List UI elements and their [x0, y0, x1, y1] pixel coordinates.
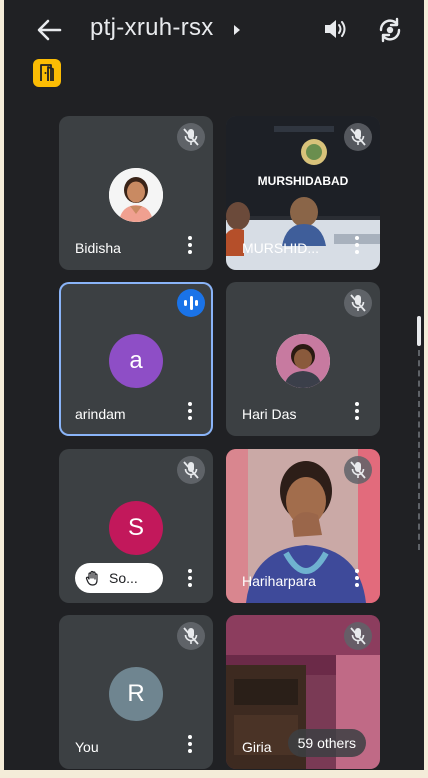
mic-muted-badge [344, 456, 372, 484]
camera-flip-icon[interactable] [376, 16, 404, 44]
meeting-code[interactable]: ptj-xruh-rsx [90, 14, 214, 42]
mic-muted-badge [177, 456, 205, 484]
mic-off-icon [350, 461, 366, 479]
arrow-left-icon[interactable] [34, 16, 64, 44]
participant-name: Bidisha [75, 240, 121, 256]
more-options-icon[interactable] [355, 569, 359, 587]
meet-screen: ptj-xruh-rsx Bidisha MURSHIDABAD MURSHID… [4, 0, 424, 770]
mic-off-icon [350, 294, 366, 312]
caret-right-icon[interactable] [232, 24, 242, 36]
mic-muted-badge [177, 622, 205, 650]
others-count-chip[interactable]: 59 others [287, 729, 366, 757]
scrollbar[interactable] [417, 316, 421, 552]
participant-name: Giria [242, 739, 272, 755]
participant-tile-s[interactable]: S So... [59, 449, 213, 603]
scroll-thumb[interactable] [417, 316, 421, 346]
participant-name: Hariharpara [242, 573, 316, 589]
participant-name: Hari Das [242, 406, 297, 422]
top-bar: ptj-xruh-rsx [4, 0, 424, 60]
mic-off-icon [183, 461, 199, 479]
avatar: S [109, 501, 163, 555]
mic-muted-badge [344, 123, 372, 151]
mic-off-icon [350, 627, 366, 645]
raised-hand-chip[interactable]: So... [75, 563, 163, 593]
mic-muted-badge [177, 123, 205, 151]
participant-tile-bidisha[interactable]: Bidisha [59, 116, 213, 270]
mic-off-icon [183, 128, 199, 146]
video-sign-text: MURSHIDABAD [257, 174, 349, 188]
more-options-icon[interactable] [188, 569, 192, 587]
avatar [276, 334, 330, 388]
participant-tile-hari-das[interactable]: Hari Das [226, 282, 380, 436]
more-options-icon[interactable] [188, 735, 192, 753]
raised-hand-icon [85, 570, 98, 586]
participant-name: arindam [75, 406, 126, 422]
participant-tile-giria[interactable]: Giria 59 others [226, 615, 380, 769]
participant-tile-murshidabad[interactable]: MURSHIDABAD MURSHID... [226, 116, 380, 270]
participant-name: So... [109, 570, 138, 586]
door-icon [40, 64, 54, 81]
breakout-room-badge[interactable] [33, 59, 61, 87]
scroll-track [418, 350, 422, 550]
mic-muted-badge [344, 289, 372, 317]
participant-tile-you[interactable]: R You [59, 615, 213, 769]
participant-name: MURSHID... [242, 240, 319, 256]
avatar: R [109, 667, 163, 721]
mic-off-icon [350, 128, 366, 146]
mic-muted-badge [344, 622, 372, 650]
participant-name: You [75, 739, 99, 755]
speaker-icon[interactable] [322, 16, 348, 42]
avatar: a [109, 334, 163, 388]
speaking-indicator [177, 289, 205, 317]
profile-photo-icon [276, 334, 330, 388]
profile-photo-icon [109, 168, 163, 222]
avatar [109, 168, 163, 222]
more-options-icon[interactable] [188, 236, 192, 254]
participant-tile-hariharpara[interactable]: Hariharpara [226, 449, 380, 603]
mic-off-icon [183, 627, 199, 645]
more-options-icon[interactable] [355, 236, 359, 254]
more-options-icon[interactable] [188, 402, 192, 420]
more-options-icon[interactable] [355, 402, 359, 420]
participant-tile-arindam[interactable]: a arindam [59, 282, 213, 436]
